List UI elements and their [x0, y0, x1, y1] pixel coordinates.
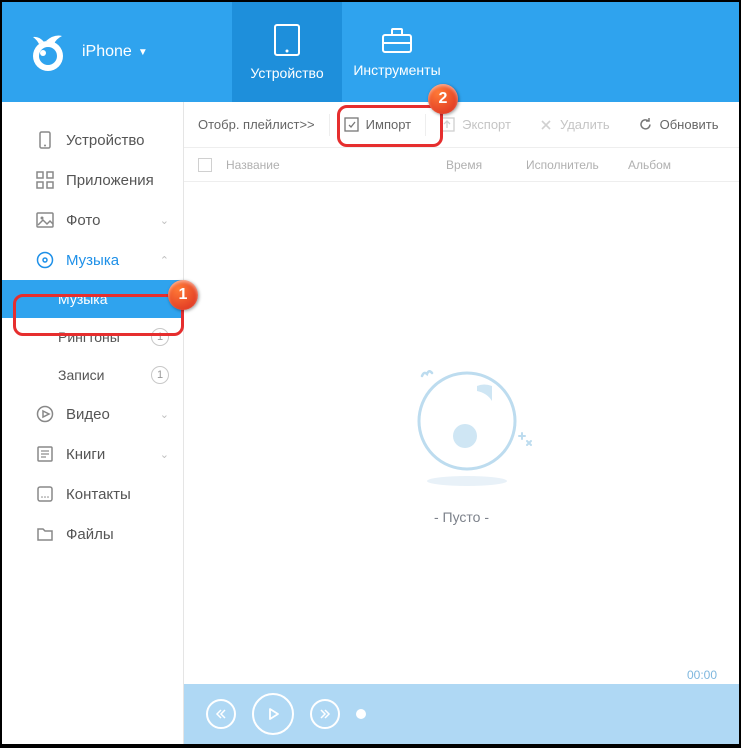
empty-state: - Пусто - [184, 182, 739, 684]
device-selector[interactable]: iPhone ▼ [82, 43, 148, 61]
sidebar-sub-recordings[interactable]: Записи 1 [2, 356, 183, 394]
app-header: iPhone ▼ Устройство Инструменты [2, 2, 739, 102]
toolbar: Отобр. плейлист>> Импорт Экспорт Удалить [184, 102, 739, 148]
count-badge: 1 [151, 328, 169, 346]
sidebar-label: Музыка [66, 252, 119, 269]
music-disc-icon [36, 251, 54, 269]
toolbar-label: Отобр. плейлист>> [198, 117, 315, 132]
sidebar-item-books[interactable]: Книги ⌄ [2, 434, 183, 474]
progress-track[interactable] [356, 712, 717, 716]
next-icon [319, 708, 331, 720]
sidebar-item-apps[interactable]: Приложения [2, 160, 183, 200]
main-panel: Отобр. плейлист>> Импорт Экспорт Удалить [184, 102, 739, 744]
column-artist[interactable]: Исполнитель [526, 158, 628, 172]
sidebar: Устройство Приложения Фото ⌄ Музыка ⌃ Му… [2, 102, 184, 744]
chevron-down-icon: ⌄ [160, 214, 169, 227]
sidebar-label: Видео [66, 406, 110, 423]
empty-label: - Пусто - [434, 509, 489, 525]
player-total-time: 00:00 [687, 668, 717, 682]
tablet-icon [273, 23, 301, 57]
annotation-badge-1: 1 [168, 280, 198, 310]
next-button[interactable] [310, 699, 340, 729]
chevron-down-icon: ⌄ [160, 408, 169, 421]
column-time[interactable]: Время [446, 158, 526, 172]
app-logo-icon [26, 30, 70, 74]
annotation-badge-2: 2 [428, 84, 458, 114]
chevron-up-icon: ⌃ [160, 254, 169, 267]
sidebar-item-music[interactable]: Музыка ⌃ [2, 240, 183, 280]
sidebar-sub-label: Музыка [58, 291, 108, 307]
column-album[interactable]: Альбом [628, 158, 739, 172]
sidebar-label: Файлы [66, 526, 114, 543]
toolbar-label: Импорт [366, 117, 411, 132]
sidebar-label: Книги [66, 446, 105, 463]
sidebar-label: Устройство [66, 132, 144, 149]
progress-handle-icon[interactable] [356, 709, 366, 719]
tab-device-label: Устройство [250, 65, 323, 81]
video-icon [36, 405, 54, 423]
contacts-icon [36, 485, 54, 503]
empty-music-icon [377, 341, 547, 491]
toolbar-label: Экспорт [462, 117, 511, 132]
sidebar-item-device[interactable]: Устройство [2, 120, 183, 160]
sidebar-sub-label: Рингтоны [58, 329, 120, 345]
sidebar-item-photo[interactable]: Фото ⌄ [2, 200, 183, 240]
toolbar-label: Обновить [660, 117, 719, 132]
books-icon [36, 445, 54, 463]
sidebar-sub-ringtones[interactable]: Рингтоны 1 [2, 318, 183, 356]
prev-button[interactable] [206, 699, 236, 729]
device-name-label: iPhone [82, 43, 132, 61]
delete-button[interactable]: Удалить [525, 102, 624, 147]
show-playlist-button[interactable]: Отобр. плейлист>> [184, 102, 329, 147]
refresh-icon [638, 117, 653, 132]
delete-icon [539, 118, 553, 132]
select-all-checkbox[interactable] [198, 158, 212, 172]
import-icon [344, 117, 359, 132]
sidebar-label: Фото [66, 212, 100, 229]
prev-icon [215, 708, 227, 720]
toolbox-icon [380, 26, 414, 54]
chevron-down-icon: ▼ [138, 47, 148, 58]
column-name[interactable]: Название [226, 158, 446, 172]
export-icon [440, 117, 455, 132]
chevron-down-icon: ⌄ [160, 448, 169, 461]
sidebar-sub-label: Записи [58, 367, 104, 383]
sidebar-label: Контакты [66, 486, 131, 503]
column-headers: Название Время Исполнитель Альбом [184, 148, 739, 182]
tab-tools-label: Инструменты [353, 62, 440, 78]
folder-icon [36, 525, 54, 543]
sidebar-item-files[interactable]: Файлы [2, 514, 183, 554]
tab-device[interactable]: Устройство [232, 2, 342, 102]
sidebar-item-contacts[interactable]: Контакты [2, 474, 183, 514]
play-icon [266, 707, 280, 721]
toolbar-label: Удалить [560, 117, 610, 132]
sidebar-sub-music[interactable]: Музыка [2, 280, 183, 318]
count-badge: 1 [151, 366, 169, 384]
refresh-button[interactable]: Обновить [624, 102, 733, 147]
play-button[interactable] [252, 693, 294, 735]
apps-icon [36, 171, 54, 189]
brand-area: iPhone ▼ [2, 2, 232, 102]
header-tabs: Устройство Инструменты [232, 2, 452, 102]
sidebar-label: Приложения [66, 172, 154, 189]
import-button[interactable]: Импорт [330, 102, 425, 147]
device-icon [36, 131, 54, 149]
sidebar-item-video[interactable]: Видео ⌄ [2, 394, 183, 434]
player-bar [184, 684, 739, 744]
photo-icon [36, 211, 54, 229]
